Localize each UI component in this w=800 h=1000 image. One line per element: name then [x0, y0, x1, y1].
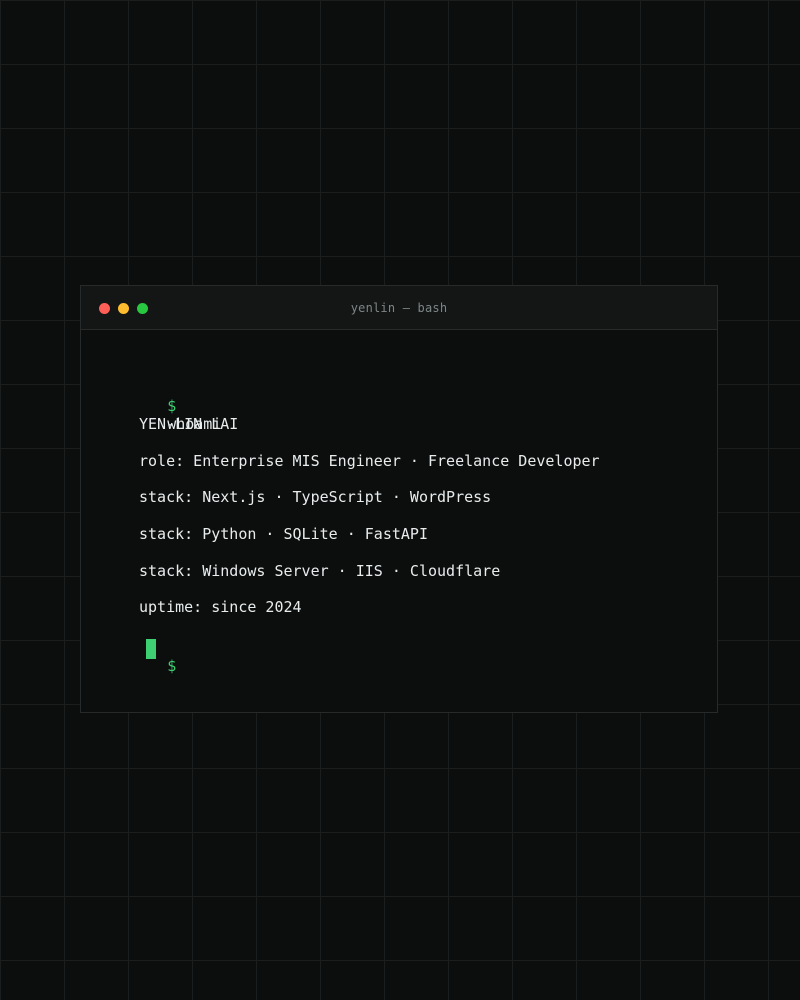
prompt-symbol: $: [167, 397, 177, 415]
window-title: yenlin — bash: [350, 301, 448, 315]
terminal-body[interactable]: $ whoami YEN-LIN LAI role: Enterprise MI…: [81, 330, 717, 712]
prompt-symbol: $: [167, 657, 177, 675]
output-stack-2: stack: Python · SQLite · FastAPI: [139, 525, 428, 543]
input-line: $: [113, 639, 176, 693]
output-name: YEN-LIN LAI: [139, 415, 239, 433]
output-uptime: uptime: since 2024: [139, 598, 302, 616]
terminal-window: yenlin — bash $ whoami YEN-LIN LAI role:…: [80, 285, 718, 713]
output-role: role: Enterprise MIS Engineer · Freelanc…: [139, 452, 600, 470]
window-titlebar: yenlin — bash: [81, 286, 717, 330]
text-cursor: [146, 639, 156, 659]
output-stack-3: stack: Windows Server · IIS · Cloudflare: [139, 562, 501, 580]
output-stack-1: stack: Next.js · TypeScript · WordPress: [139, 488, 492, 506]
